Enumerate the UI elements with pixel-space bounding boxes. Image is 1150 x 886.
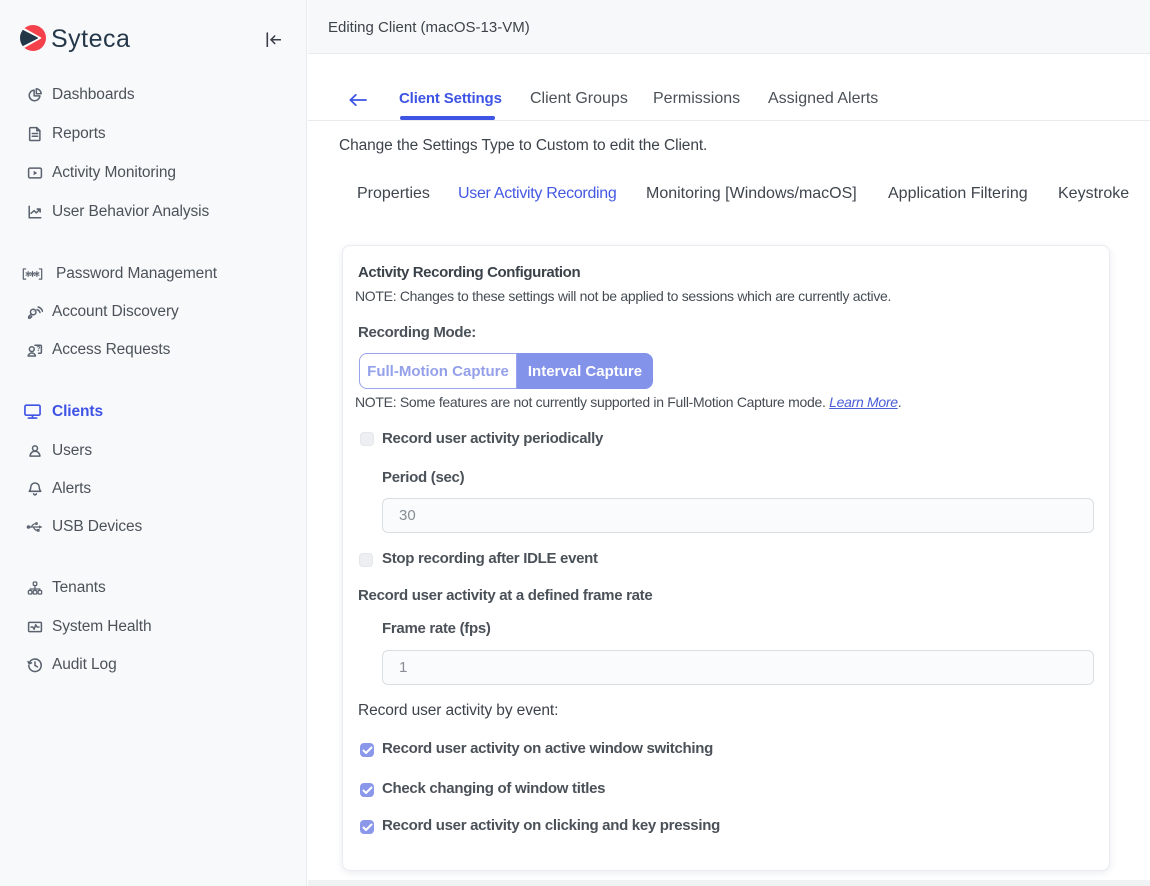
svg-text:?: ?	[36, 345, 40, 353]
